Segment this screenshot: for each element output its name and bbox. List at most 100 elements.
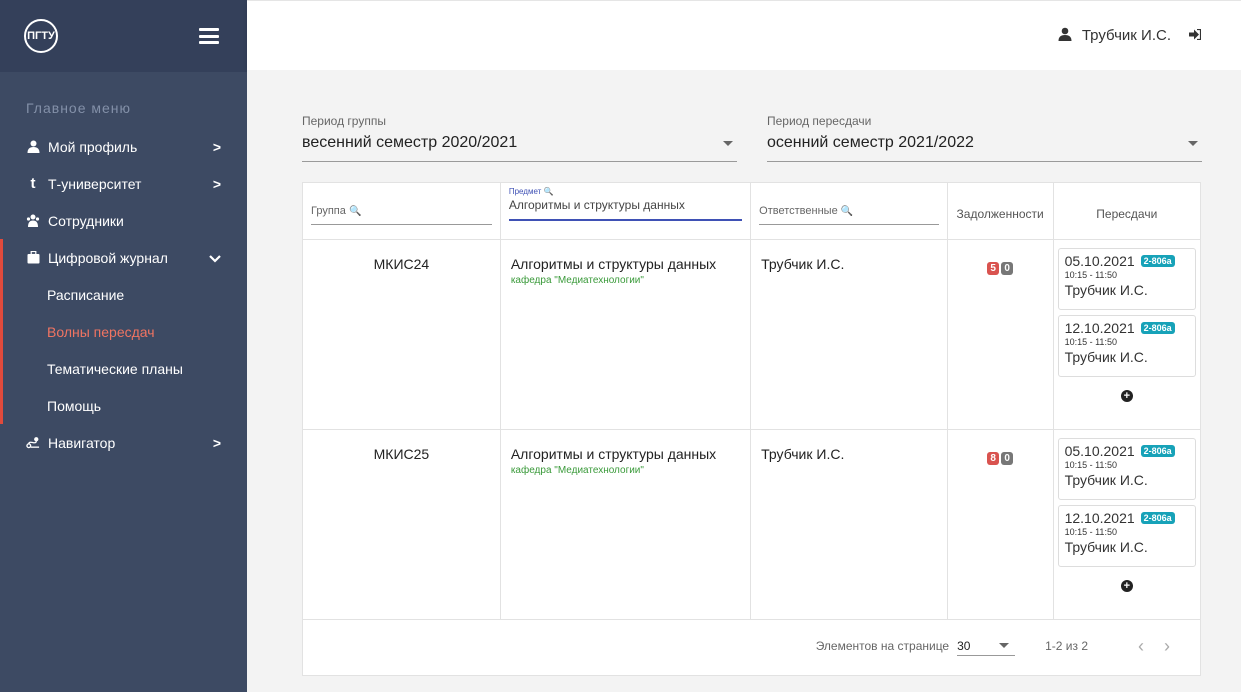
responsible-filter-input[interactable]: Ответственные 🔍 (759, 201, 939, 225)
top-header: Трубчик И.С. (247, 0, 1241, 70)
sidebar-subitem-retake-waves[interactable]: Волны пересдач (3, 313, 247, 350)
user-icon (26, 140, 40, 154)
subject-cell: Алгоритмы и структуры данных кафедра "Ме… (500, 239, 752, 430)
retake-card[interactable]: 12.10.2021 2-806a 10:15 - 11:50 Трубчик И… (1057, 504, 1196, 567)
sidebar-item-label: Навигатор (48, 434, 116, 451)
add-retake-icon[interactable]: + (1120, 389, 1133, 402)
chevron-right-icon: > (212, 139, 221, 155)
debt-count-badge[interactable]: 8 (987, 451, 1000, 465)
room-badge: 2-806a (1140, 321, 1175, 334)
responsible-header-label: Ответственные (759, 205, 838, 217)
retake-card[interactable]: 05.10.2021 2-806a 10:15 - 11:50 Трубчик И… (1057, 247, 1196, 310)
page-size-select[interactable]: 30 (957, 636, 1016, 656)
room-badge: 2-806a (1140, 444, 1175, 457)
sidebar-item-label: Сотрудники (48, 212, 124, 229)
sidebar-item-navigator[interactable]: Навигатор > (0, 424, 247, 461)
table-row: МКИС24 Алгоритмы и структуры данных кафе… (303, 239, 1200, 430)
chevron-right-icon: > (212, 176, 221, 192)
header-subject: Предмет 🔍 Алгоритмы и структуры данных (500, 183, 752, 240)
sidebar-subitem-schedule[interactable]: Расписание (3, 276, 247, 313)
subject-header-label: Предмет (508, 187, 542, 196)
previous-page-icon[interactable]: ‹ (1138, 636, 1144, 657)
search-icon: 🔍 (348, 206, 362, 217)
page-range: 1-2 из 2 (1045, 639, 1088, 653)
search-icon: 🔍 (840, 206, 854, 217)
group-period-select[interactable]: Период группы весенний семестр 2020/2021 (302, 114, 737, 162)
sidebar-header: ПГТУ (0, 0, 247, 72)
retake-time: 10:15 - 11:50 (1064, 269, 1117, 280)
header-group: Группа 🔍 (303, 183, 501, 240)
logout-icon[interactable] (1189, 27, 1202, 45)
sidebar-item-digital-journal[interactable]: Цифровой журнал (3, 239, 247, 276)
sidebar-item-label: Цифровой журнал (48, 249, 168, 266)
retake-teacher: Трубчик И.С. (1064, 281, 1148, 298)
room-badge: 2-806a (1140, 254, 1175, 267)
caret-down-icon (999, 643, 1010, 648)
responsible-cell: Трубчик И.С. (750, 239, 948, 430)
search-icon: 🔍 (543, 187, 554, 196)
debts-cell: 50 (947, 239, 1054, 430)
retake-card[interactable]: 05.10.2021 2-806a 10:15 - 11:50 Трубчик И… (1057, 437, 1196, 500)
debt-closed-badge[interactable]: 0 (1001, 451, 1014, 465)
t-icon: t (30, 175, 36, 192)
digital-journal-group: Цифровой журнал Расписание Волны пересда… (0, 239, 247, 424)
retake-period-label: Период пересдачи (767, 114, 872, 128)
subject-filter-input[interactable]: Предмет 🔍 Алгоритмы и структуры данных (508, 187, 743, 221)
subject-filter-value: Алгоритмы и структуры данных (508, 198, 685, 212)
header-debts: Задолженности (947, 183, 1054, 240)
retakes-cell: 05.10.2021 2-806a 10:15 - 11:50 Трубчик И… (1053, 239, 1200, 430)
user-name: Трубчик И.С. (1081, 27, 1171, 44)
retake-card[interactable]: 12.10.2021 2-806a 10:15 - 11:50 Трубчик И… (1057, 314, 1196, 377)
group-period-value: весенний семестр 2020/2021 (302, 134, 518, 151)
subject-name: Алгоритмы и структуры данных (510, 255, 717, 272)
group-cell: МКИС24 (303, 239, 501, 430)
debt-closed-badge[interactable]: 0 (1001, 261, 1014, 275)
retake-teacher: Трубчик И.С. (1064, 538, 1148, 555)
page-size-value: 30 (957, 638, 971, 653)
university-logo[interactable]: ПГТУ (24, 19, 58, 53)
retake-time: 10:15 - 11:50 (1064, 526, 1117, 537)
retakes-table: Группа 🔍 Предмет 🔍 Алгоритмы и структуры… (303, 183, 1200, 620)
briefcase-icon (26, 251, 40, 265)
sidebar-item-label: Т-университет (48, 175, 142, 192)
next-page-icon[interactable]: › (1164, 636, 1170, 657)
route-icon (26, 436, 40, 450)
subject-name: Алгоритмы и структуры данных (510, 445, 717, 462)
sidebar: ПГТУ Главное меню Мой профиль > t Т-унив… (0, 0, 247, 692)
user-menu[interactable]: Трубчик И.С. (1058, 27, 1171, 45)
main-content: Период группы весенний семестр 2020/2021… (247, 70, 1241, 692)
sidebar-item-staff[interactable]: Сотрудники (0, 202, 247, 239)
add-retake-icon[interactable]: + (1120, 579, 1133, 592)
table-row: МКИС25 Алгоритмы и структуры данных кафе… (303, 429, 1200, 620)
group-header-label: Группа (311, 205, 346, 217)
sidebar-item-t-university[interactable]: t Т-университет > (0, 165, 247, 202)
filters: Период группы весенний семестр 2020/2021… (302, 114, 1202, 164)
group-period-label: Период группы (302, 114, 386, 128)
chevron-down-icon (209, 250, 221, 266)
retake-period-select[interactable]: Период пересдачи осенний семестр 2021/20… (767, 114, 1202, 162)
retake-teacher: Трубчик И.С. (1064, 471, 1148, 488)
sidebar-subitem-thematic-plans[interactable]: Тематические планы (3, 350, 247, 387)
debt-count-badge[interactable]: 5 (987, 261, 1000, 275)
hamburger-menu-icon[interactable] (199, 28, 219, 44)
header-retakes: Пересдачи (1053, 183, 1200, 240)
responsible-cell: Трубчик И.С. (750, 429, 948, 620)
sidebar-item-profile[interactable]: Мой профиль > (0, 128, 247, 165)
group-cell: МКИС25 (303, 429, 501, 620)
caret-down-icon (723, 141, 733, 146)
debts-cell: 80 (947, 429, 1054, 620)
page-size-label: Элементов на странице (815, 639, 950, 653)
sidebar-subitem-help[interactable]: Помощь (3, 387, 247, 424)
group-filter-input[interactable]: Группа 🔍 (311, 201, 492, 225)
retake-date: 12.10.2021 (1064, 509, 1135, 526)
user-icon (1058, 27, 1072, 45)
room-badge: 2-806a (1140, 511, 1175, 524)
retake-period-value: осенний семестр 2021/2022 (767, 134, 974, 151)
retakes-table-card: Группа 🔍 Предмет 🔍 Алгоритмы и структуры… (302, 182, 1201, 676)
retakes-cell: 05.10.2021 2-806a 10:15 - 11:50 Трубчик И… (1053, 429, 1200, 620)
users-icon (26, 214, 40, 228)
retake-date: 05.10.2021 (1064, 252, 1135, 269)
chevron-right-icon: > (212, 435, 221, 451)
retake-date: 05.10.2021 (1064, 442, 1135, 459)
sidebar-item-label: Мой профиль (48, 138, 138, 155)
